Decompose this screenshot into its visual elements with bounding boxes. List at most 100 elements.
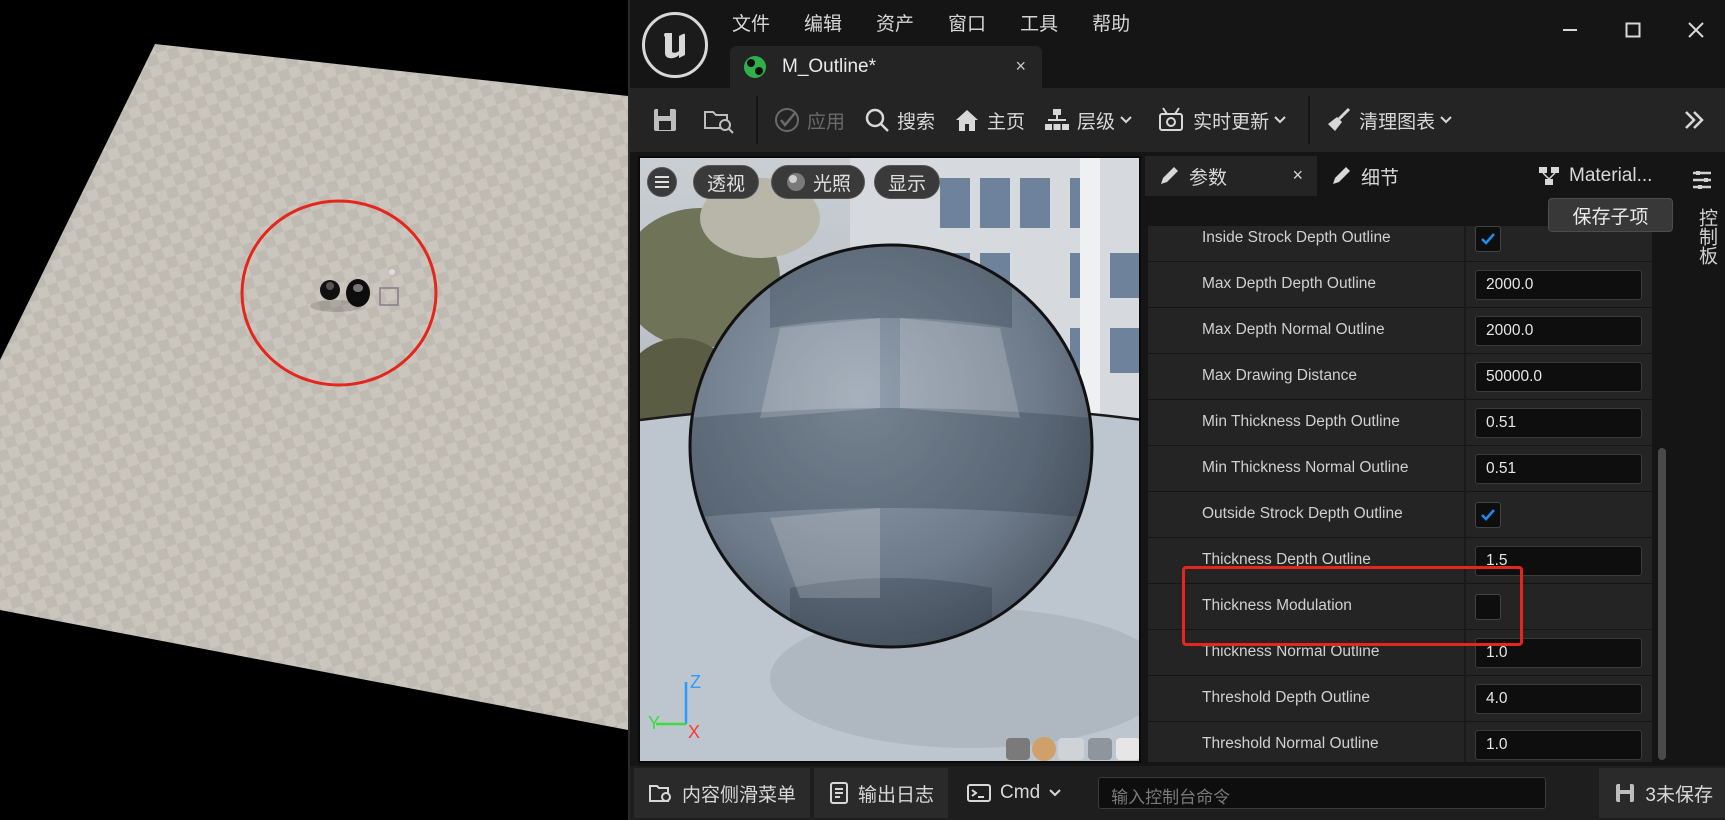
param-name: Min Thickness Depth Outline xyxy=(1202,413,1400,430)
param-row: Thickness Modulation xyxy=(1148,584,1652,630)
menu-file[interactable]: 文件 xyxy=(732,9,770,36)
viewport-options-button[interactable] xyxy=(647,167,677,197)
control-panel-tab[interactable]: 控制板 xyxy=(1690,208,1720,265)
tab-parameters-label: 参数 xyxy=(1189,167,1228,189)
document-tab[interactable]: M_Outline* × xyxy=(730,46,1042,88)
hierarchy-button[interactable]: 层级 xyxy=(1034,98,1148,142)
floor-plane xyxy=(0,44,628,730)
broom-icon xyxy=(1328,107,1351,131)
param-row: Threshold Normal Outline 1.0 xyxy=(1148,722,1652,762)
tab-material-label: Material... xyxy=(1569,165,1653,186)
param-value-input[interactable]: 1.0 xyxy=(1475,638,1642,668)
tab-close-icon[interactable]: × xyxy=(1292,165,1303,186)
param-row: Min Thickness Depth Outline 0.51 xyxy=(1148,400,1652,446)
show-button[interactable]: 显示 xyxy=(874,165,941,199)
param-name: Thickness Depth Outline xyxy=(1202,551,1371,568)
maximize-button[interactable] xyxy=(1601,10,1664,50)
graph-nodes-icon xyxy=(1539,167,1559,185)
param-checkbox[interactable] xyxy=(1475,226,1501,252)
param-row: Threshold Depth Outline 4.0 xyxy=(1148,676,1652,722)
param-name: Min Thickness Normal Outline xyxy=(1202,459,1409,476)
lighting-button[interactable]: 光照 xyxy=(771,165,866,199)
param-value-input[interactable]: 2000.0 xyxy=(1475,316,1642,346)
browse-button[interactable] xyxy=(694,98,750,142)
control-panel-icon[interactable] xyxy=(1690,168,1714,197)
toolbar-separator xyxy=(756,96,758,144)
preview-scene: Z Y X xyxy=(640,158,1139,761)
save-child-button[interactable]: 保存子项 xyxy=(1548,198,1673,232)
material-preview-viewport[interactable]: Z Y X 透视 光照 显示 xyxy=(638,156,1141,763)
material-editor-window: 文件 编辑 资产 窗口 工具 帮助 M_Outline* × 应用 搜索 主页 … xyxy=(628,0,1725,820)
param-row: Max Depth Depth Outline 2000.0 xyxy=(1148,262,1652,308)
apply-label: 应用 xyxy=(807,111,846,133)
menu-tools[interactable]: 工具 xyxy=(1020,9,1058,36)
param-value-input[interactable]: 1.5 xyxy=(1475,546,1642,576)
cmd-dropdown[interactable]: Cmd xyxy=(952,768,1084,818)
param-value-input[interactable]: 0.51 xyxy=(1475,454,1642,484)
search-button[interactable]: 搜索 xyxy=(854,98,944,142)
output-log-button[interactable]: 输出日志 xyxy=(814,768,949,818)
console-command-input[interactable]: 输入控制台命令 xyxy=(1098,777,1547,809)
save-button[interactable] xyxy=(642,98,694,142)
search-icon xyxy=(865,108,889,132)
unreal-logo-icon[interactable] xyxy=(642,12,708,78)
live-update-button[interactable]: 实时更新 xyxy=(1148,98,1302,142)
checkmark-icon xyxy=(1481,509,1495,521)
column-divider xyxy=(1464,226,1466,262)
toolbar-separator xyxy=(1308,96,1311,144)
output-log-icon xyxy=(830,782,849,804)
maximize-icon xyxy=(1625,22,1640,38)
tab-material[interactable]: Material... xyxy=(1525,156,1675,196)
content-drawer-button[interactable]: 内容侧滑菜单 xyxy=(634,768,811,818)
param-row: Outside Strock Depth Outline xyxy=(1148,492,1652,538)
live-update-label: 实时更新 xyxy=(1193,111,1270,133)
param-name: Max Depth Depth Outline xyxy=(1202,275,1377,292)
minimize-button[interactable] xyxy=(1538,10,1601,50)
column-divider xyxy=(1464,630,1466,676)
menu-help[interactable]: 帮助 xyxy=(1092,9,1130,36)
axis-x-label: X xyxy=(688,722,700,742)
tab-parameters[interactable]: 参数 × xyxy=(1145,156,1317,196)
clean-graph-button[interactable]: 清理图表 xyxy=(1316,98,1468,142)
menu-window[interactable]: 窗口 xyxy=(948,9,986,36)
param-checkbox[interactable] xyxy=(1475,502,1501,528)
pencil-icon xyxy=(1333,167,1350,184)
parameter-list[interactable]: Inside Strock Depth Outline Max Depth De… xyxy=(1148,226,1652,762)
save-icon xyxy=(654,109,676,131)
live-update-icon xyxy=(1159,107,1184,131)
param-row: Thickness Normal Outline 1.0 xyxy=(1148,630,1652,676)
perspective-button[interactable]: 透视 xyxy=(693,165,760,199)
param-row: Max Drawing Distance 50000.0 xyxy=(1148,354,1652,400)
param-value-input[interactable]: 0.51 xyxy=(1475,408,1642,438)
lighting-sphere-icon xyxy=(787,173,805,191)
level-viewport[interactable] xyxy=(0,0,628,820)
unsaved-button[interactable]: 3未保存 xyxy=(1599,768,1725,818)
param-value-input[interactable]: 50000.0 xyxy=(1475,362,1642,392)
tab-close-icon[interactable]: × xyxy=(1015,56,1026,77)
param-row: Min Thickness Normal Outline 0.51 xyxy=(1148,446,1652,492)
tab-details[interactable]: 细节 xyxy=(1317,156,1487,196)
home-icon xyxy=(956,110,979,131)
toolbar-overflow-button[interactable] xyxy=(1673,98,1721,142)
param-value-input[interactable]: 2000.0 xyxy=(1475,270,1642,300)
apply-button[interactable]: 应用 xyxy=(764,98,854,142)
parameter-list-scrollbar[interactable] xyxy=(1658,448,1666,760)
param-checkbox[interactable] xyxy=(1475,594,1501,620)
minimize-icon xyxy=(1562,29,1577,31)
home-button[interactable]: 主页 xyxy=(944,98,1034,142)
param-name: Max Drawing Distance xyxy=(1202,367,1358,384)
content-drawer-label: 内容侧滑菜单 xyxy=(682,784,797,806)
close-window-button[interactable] xyxy=(1664,10,1725,50)
status-bar: 内容侧滑菜单 输出日志 Cmd 输入控制台命令 3未保存 xyxy=(630,766,1725,820)
title-bar: 文件 编辑 资产 窗口 工具 帮助 M_Outline* × xyxy=(630,0,1725,88)
param-value-input[interactable]: 4.0 xyxy=(1475,684,1642,714)
save-icon xyxy=(1616,784,1635,802)
folder-search-icon xyxy=(704,111,734,134)
clean-graph-label: 清理图表 xyxy=(1359,111,1436,133)
menu-edit[interactable]: 编辑 xyxy=(804,9,842,36)
param-value-input[interactable]: 1.0 xyxy=(1475,730,1642,760)
menu-asset[interactable]: 资产 xyxy=(876,9,914,36)
column-divider xyxy=(1464,308,1466,354)
content-drawer-icon xyxy=(649,785,671,802)
param-row: Thickness Depth Outline 1.5 xyxy=(1148,538,1652,584)
